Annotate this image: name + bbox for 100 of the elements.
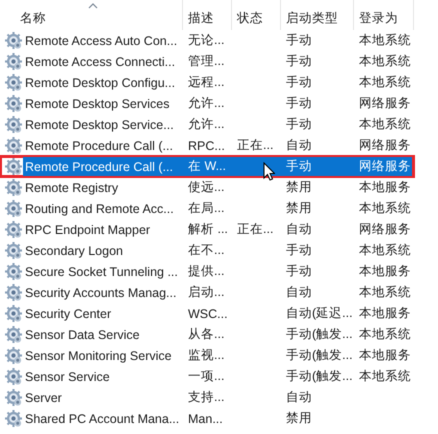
table-cell-text: 手动: [285, 74, 313, 91]
table-cell-text: 自动: [285, 221, 313, 238]
service-row[interactable]: Remote Access Auto Con... 无论... 手动 本地系统: [23, 31, 412, 50]
table-cell-text: 从各...: [187, 326, 226, 343]
table-cell-text: 自动(延迟...: [285, 305, 354, 322]
table-cell-text: 本地系统: [358, 200, 412, 217]
table-cell-text: 手动(触发...: [285, 347, 354, 364]
service-name: Remote Procedure Call (...: [24, 160, 174, 174]
table-cell-text: 本地系统: [358, 368, 412, 385]
service-name: Remote Procedure Call (...: [24, 138, 174, 152]
service-name: Remote Desktop Services: [24, 96, 171, 110]
table-cell-text: 本地系统: [358, 53, 412, 70]
service-name: Remote Access Auto Con...: [24, 34, 178, 48]
table-cell-text: 手动: [285, 95, 313, 112]
service-row[interactable]: Remote Desktop Service... 允许... 手动 本地系统: [23, 115, 412, 134]
gear-icon: [5, 284, 22, 301]
table-cell-text: 手动: [285, 158, 313, 175]
gear-icon: [5, 53, 22, 70]
gear-icon: [5, 221, 22, 238]
service-name: Secondary Logon: [24, 244, 124, 258]
service-name: Sensor Service: [24, 370, 111, 384]
service-name: Remote Desktop Service...: [24, 118, 175, 132]
service-name: Shared PC Account Mana...: [24, 412, 180, 426]
table-cell-text: 手动(触发...: [285, 326, 354, 343]
gear-icon: [5, 74, 22, 91]
gear-icon: [5, 95, 22, 112]
table-cell-text: 管理...: [187, 53, 226, 70]
table-cell-text: 本地系统: [358, 74, 412, 91]
table-cell-text: 无论...: [187, 32, 226, 49]
table-cell-text: 启动...: [187, 284, 226, 301]
service-row[interactable]: Sensor Monitoring Service 监视... 手动(触发... 本地服务: [23, 346, 412, 365]
service-row[interactable]: Remote Desktop Services 允许... 手动 网络服务: [23, 94, 412, 113]
service-name: Server: [24, 390, 63, 404]
table-cell-text: 自动: [285, 389, 313, 406]
table-cell-text: 本地服务: [358, 263, 412, 280]
column-header[interactable]: 名称: [0, 0, 183, 30]
service-name: Remote Registry: [24, 180, 120, 194]
service-row[interactable]: Remote Registry 使远... 禁用 本地服务: [23, 178, 412, 197]
service-name: Remote Desktop Configu...: [24, 76, 176, 90]
table-cell-text: 手动: [285, 116, 313, 133]
service-name: Routing and Remote Acc...: [24, 202, 175, 216]
service-row[interactable]: Secure Socket Tunneling ... 提供... 手动 本地服务: [23, 262, 412, 281]
service-row[interactable]: Sensor Service 一项... 手动(触发... 本地系统: [23, 367, 412, 386]
table-cell-text: 在 W...: [187, 158, 227, 175]
gear-icon: [5, 263, 22, 280]
service-name: Remote Access Connecti...: [24, 54, 176, 68]
service-row[interactable]: Sensor Data Service 从各... 手动(触发... 本地系统: [23, 325, 412, 344]
table-cell-text: 网络服务: [358, 137, 412, 154]
table-cell-text: 支持...: [187, 389, 226, 406]
gear-icon: [5, 179, 22, 196]
service-row[interactable]: Server 支持... 自动: [23, 388, 412, 407]
table-cell-text: 手动: [285, 32, 313, 49]
column-header[interactable]: 登录为: [354, 0, 414, 30]
service-row[interactable]: Shared PC Account Mana... Man... 禁用: [23, 409, 412, 428]
gear-icon: [5, 158, 22, 175]
service-row[interactable]: Remote Access Connecti... 管理... 手动 本地系统: [23, 52, 412, 71]
table-cell-text: 本地系统: [358, 284, 412, 301]
table-cell-text: 正在...: [236, 221, 274, 238]
gear-icon: [5, 389, 22, 406]
table-cell-text: 本地系统: [358, 116, 412, 133]
table-cell-text: 允许...: [187, 116, 226, 133]
gear-icon: [5, 32, 22, 49]
column-header[interactable]: 描述: [183, 0, 232, 30]
service-row[interactable]: Secondary Logon 在不... 手动 本地系统: [23, 241, 412, 260]
column-header[interactable]: 启动类型: [281, 0, 354, 30]
table-cell-text: 本地服务: [358, 305, 412, 322]
service-name: Security Accounts Manag...: [24, 286, 178, 300]
gear-icon: [5, 242, 22, 259]
gear-icon: [5, 410, 22, 427]
table-cell-text: 一项...: [187, 368, 226, 385]
service-row[interactable]: Remote Procedure Call (... RPC... 正在... 自动 网络服务: [23, 136, 412, 155]
table-cell-text: 本地服务: [358, 347, 412, 364]
table-cell-text: 手动: [285, 53, 313, 70]
service-row[interactable]: Routing and Remote Acc... 在局... 禁用 本地系统: [23, 199, 412, 218]
gear-icon: [5, 368, 22, 385]
column-header[interactable]: 状态: [232, 0, 281, 30]
gear-icon: [5, 137, 22, 154]
gear-icon: [5, 200, 22, 217]
table-cell-text: 手动: [285, 263, 313, 280]
table-cell-text: 网络服务: [358, 95, 412, 112]
service-row[interactable]: RPC Endpoint Mapper 解析 ... 正在... 自动 网络服务: [23, 220, 412, 239]
table-cell-text: 本地系统: [358, 326, 412, 343]
table-cell-text: 网络服务: [358, 221, 412, 238]
table-cell-text: WSC...: [187, 306, 229, 320]
table-cell-text: 禁用: [285, 179, 313, 196]
table-cell-text: Man...: [187, 412, 224, 426]
service-name: Secure Socket Tunneling ...: [24, 264, 179, 278]
table-cell-text: 网络服务: [358, 158, 412, 175]
service-row[interactable]: Remote Desktop Configu... 远程... 手动 本地系统: [23, 73, 412, 92]
service-row[interactable]: Security Accounts Manag... 启动... 自动 本地系统: [23, 283, 412, 302]
service-row[interactable]: Security Center WSC... 自动(延迟... 本地服务: [23, 304, 412, 323]
table-cell-text: 解析 ...: [187, 221, 229, 238]
table-cell-text: 在不...: [187, 242, 226, 259]
table-cell-text: 手动: [285, 242, 313, 259]
service-name: RPC Endpoint Mapper: [24, 222, 152, 236]
mouse-pointer-icon: [263, 162, 275, 181]
service-name: Security Center: [24, 306, 112, 320]
table-cell-text: 禁用: [285, 410, 313, 427]
table-cell-text: 在局...: [187, 200, 226, 217]
gear-icon: [5, 326, 22, 343]
